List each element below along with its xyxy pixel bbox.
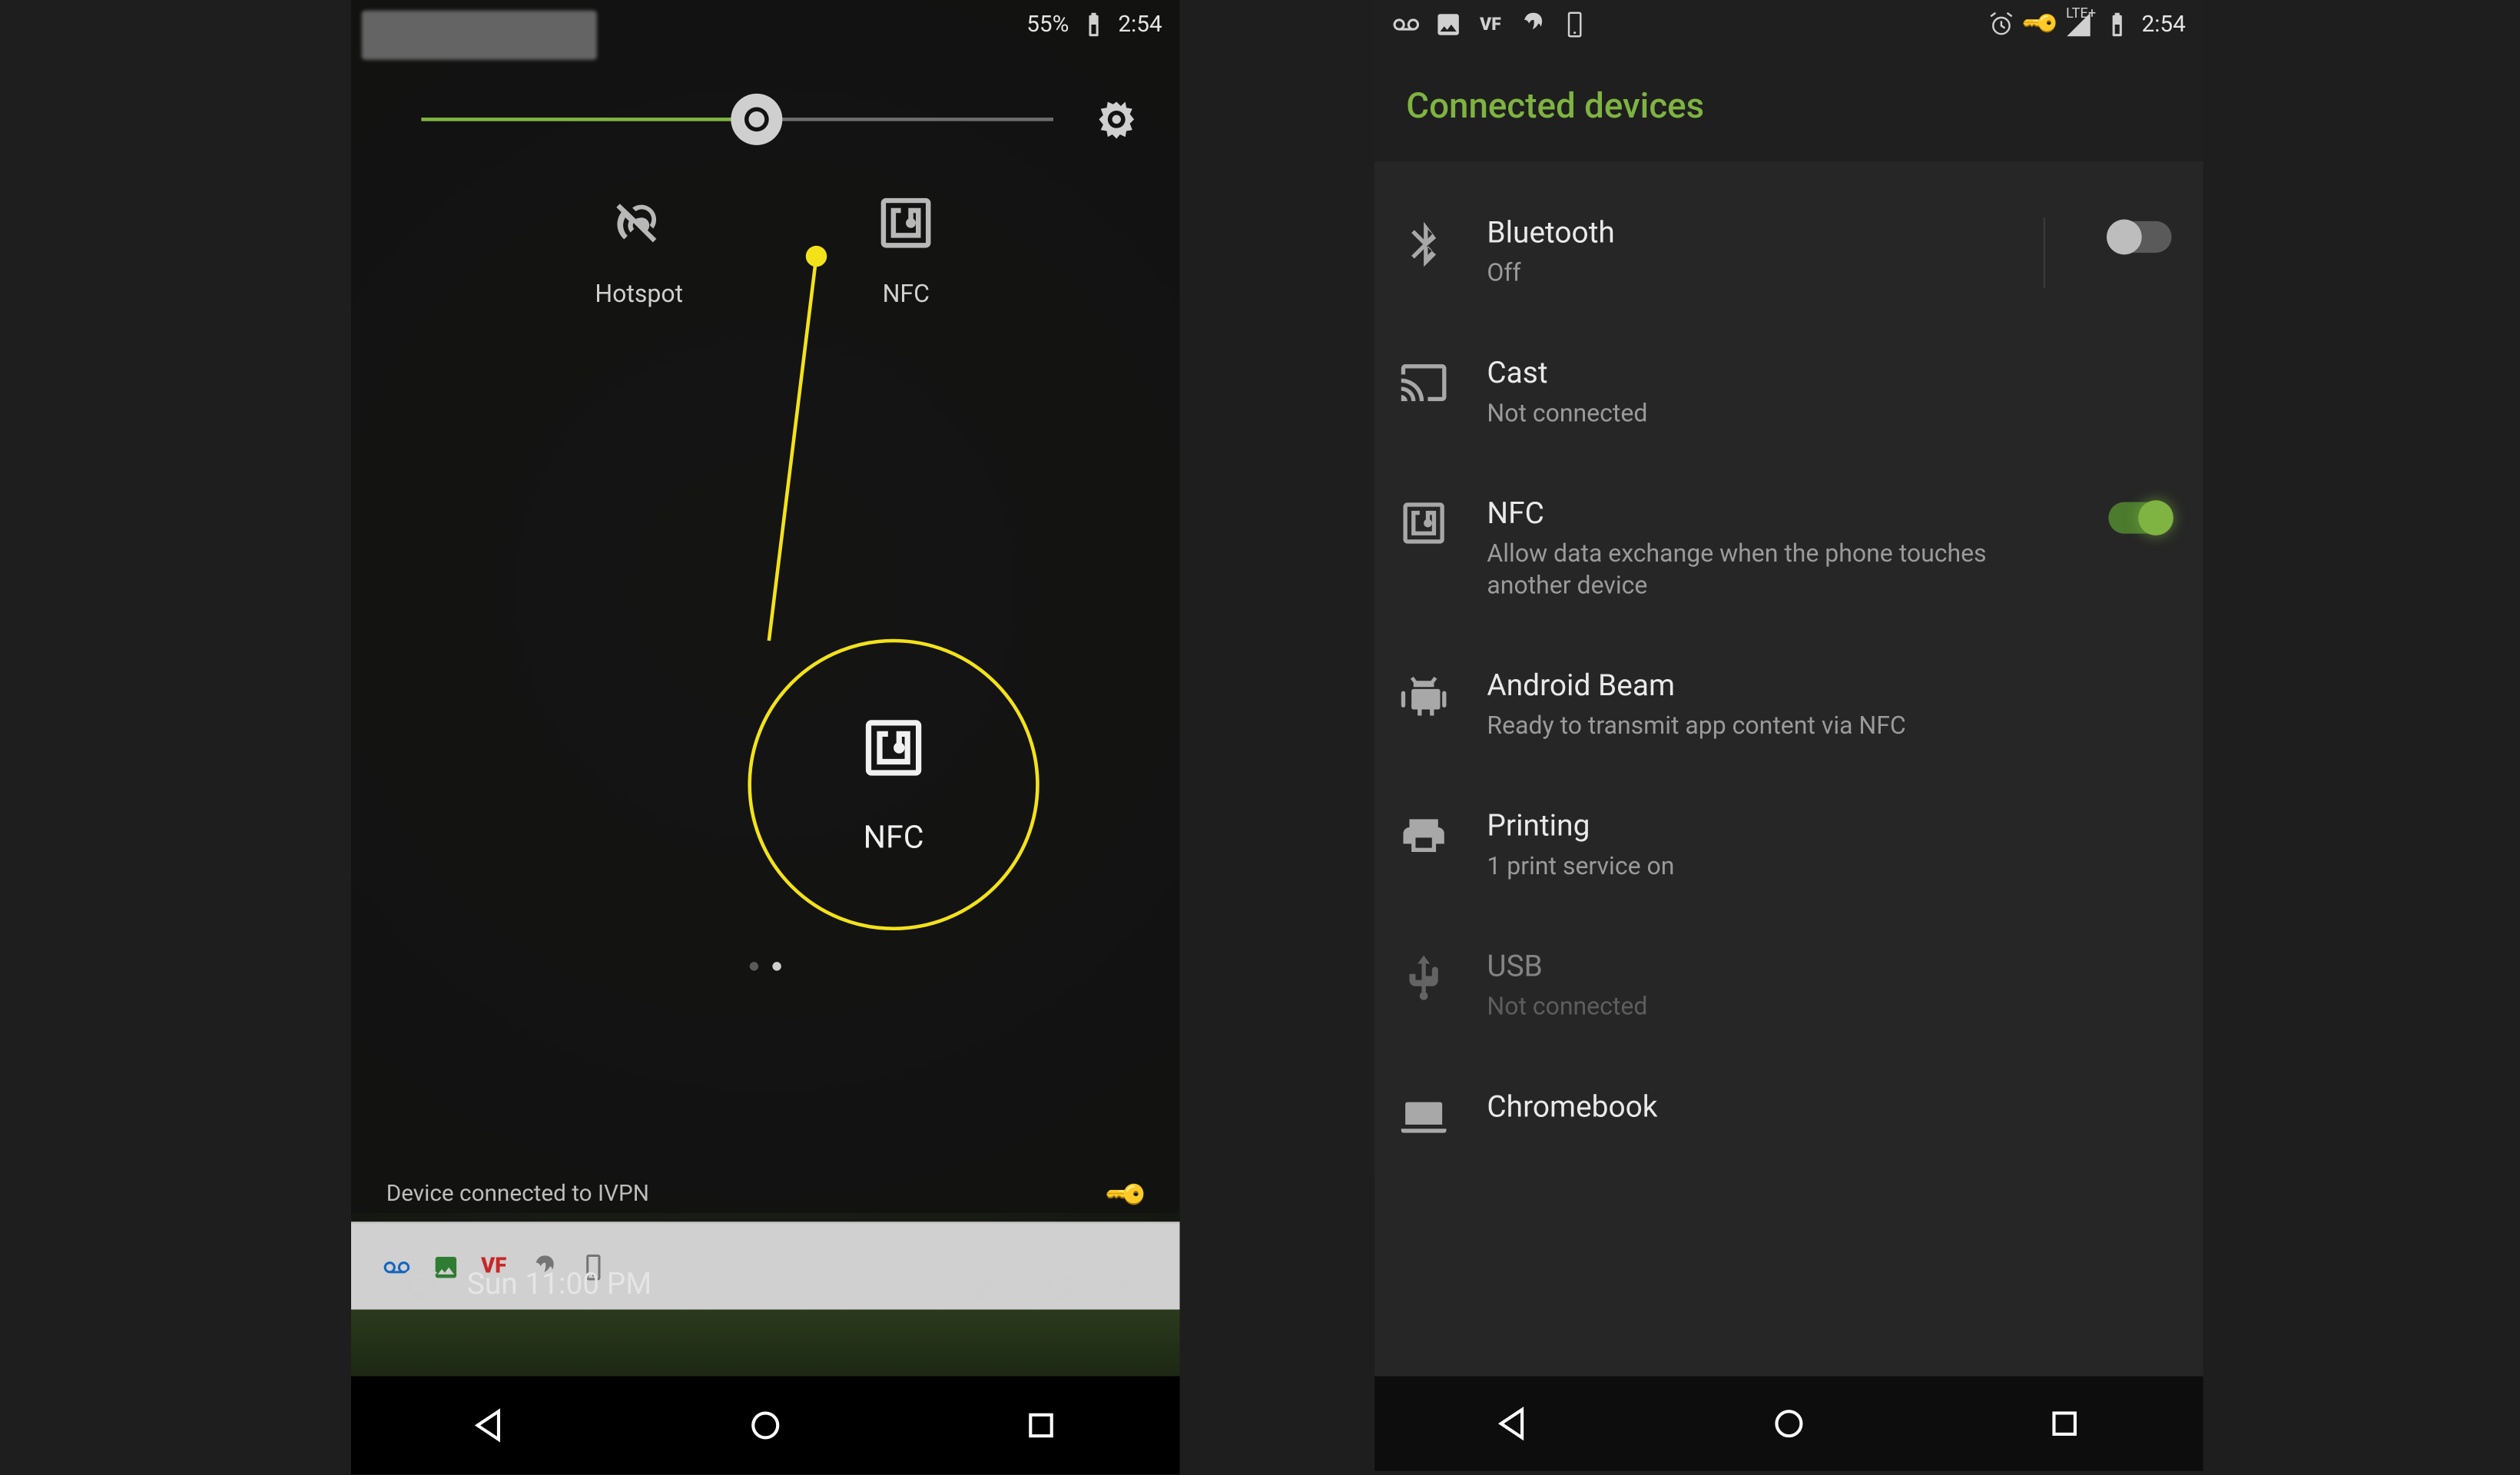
page-header: Connected devices [1374,49,2203,161]
row-title: Cast [1487,354,2171,394]
row-title: Chromebook [1487,1088,2171,1128]
row-title: NFC [1487,495,2070,535]
alarm-icon [1987,11,2015,39]
status-bar: VF 🔑 LTE+ 2:54 [1374,0,2203,49]
row-subtitle: 1 print service on [1487,852,2171,885]
pager-dots [351,962,1180,970]
voicemail-icon [1392,11,1421,39]
bluetooth-icon [1399,217,1448,267]
brightness-thumb-icon[interactable] [728,91,784,148]
row-title: Android Beam [1487,668,2171,708]
page-title: Connected devices [1406,85,1704,127]
nfc-icon [876,193,936,253]
row-title: Bluetooth [1487,214,2004,254]
nav-recent-button[interactable] [2044,1403,2086,1445]
clock-label: 2:54 [2142,12,2186,38]
print-icon [1399,811,1448,860]
qs-tile-label: NFC [883,281,930,310]
row-subtitle: Allow data exchange when the phone touch… [1487,539,2070,605]
battery-pct-label: 55% [1026,12,1069,38]
row-android-beam[interactable]: Android Beam Ready to transmit app conte… [1374,636,2203,776]
photos-icon [1434,11,1463,39]
qs-tile-nfc[interactable]: NFC [876,193,936,309]
row-cast[interactable]: Cast Not connected [1374,323,2203,462]
app-icon: VF [1477,11,1505,39]
brightness-row [421,98,1137,141]
pager-dot[interactable] [750,962,758,970]
nav-back-button[interactable] [1491,1403,1534,1445]
settings-list: Bluetooth Off Cast Not connected NFC All… [1374,161,2203,1172]
nfc-icon [1399,498,1448,547]
row-usb: USB Not connected [1374,916,2203,1056]
clock-label: 2:54 [1118,12,1162,38]
signal-icon: LTE+ [2064,11,2093,39]
home-dock-peek [351,1310,1180,1377]
hotspot-off-icon [609,193,669,253]
android-icon [1399,671,1448,721]
settings-button[interactable] [1036,1264,1078,1306]
row-subtitle: Not connected [1487,992,2171,1025]
divider [2044,217,2045,287]
vpn-key-icon: 🔑 [2020,5,2060,45]
battery-icon [1079,11,1108,39]
vpn-status-row[interactable]: Device connected to IVPN 🔑 [351,1178,1180,1211]
auto-brightness-icon[interactable] [1096,98,1138,141]
collapse-button[interactable] [1102,1264,1145,1306]
nav-back-button[interactable] [468,1404,510,1447]
row-title: USB [1487,948,2171,988]
qs-tile-label: Hotspot [595,281,683,310]
row-printing[interactable]: Printing 1 print service on [1374,776,2203,916]
status-bar: 55% 2:54 [351,0,1180,49]
redacted-carrier [362,11,597,60]
row-bluetooth[interactable]: Bluetooth Off [1374,183,2203,323]
chromebook-icon [1399,1092,1448,1141]
alarm-icon[interactable] [400,1264,443,1306]
quick-settings-shade [351,0,1180,1213]
brightness-slider[interactable] [421,118,1053,121]
bluetooth-switch[interactable] [2108,221,2171,253]
row-subtitle: Off [1487,258,2004,291]
alarm-row: Sun 11:00 PM [351,1264,1180,1306]
row-nfc[interactable]: NFC Allow data exchange when the phone t… [1374,462,2203,636]
qs-tile-hotspot[interactable]: Hotspot [595,193,683,309]
phone-icon [1560,11,1589,39]
row-subtitle: Ready to transmit app content via NFC [1487,711,2171,744]
nav-bar [1374,1376,2203,1470]
nfc-switch[interactable] [2108,502,2171,533]
phone-settings-connected: VF 🔑 LTE+ 2:54 Connected devices Bluetoo… [1374,0,2203,1471]
leaf-icon [1519,11,1547,39]
row-title: Printing [1487,808,2171,848]
phone-quick-settings: 55% 2:54 Hotspot [351,0,1180,1474]
nav-home-button[interactable] [744,1404,787,1447]
nav-bar [351,1376,1180,1474]
battery-icon [2103,11,2131,39]
usb-icon [1399,952,1448,1001]
nav-recent-button[interactable] [1020,1404,1063,1447]
row-chromebook[interactable]: Chromebook [1374,1056,2203,1172]
nav-home-button[interactable] [1768,1403,1810,1445]
cast-icon [1399,358,1448,407]
row-subtitle: Not connected [1487,398,2171,431]
edit-tiles-button[interactable] [969,1264,1011,1306]
alarm-time-label: Sun 11:00 PM [467,1268,652,1303]
pager-dot[interactable] [772,962,781,970]
vpn-status-text: Device connected to IVPN [386,1182,649,1208]
